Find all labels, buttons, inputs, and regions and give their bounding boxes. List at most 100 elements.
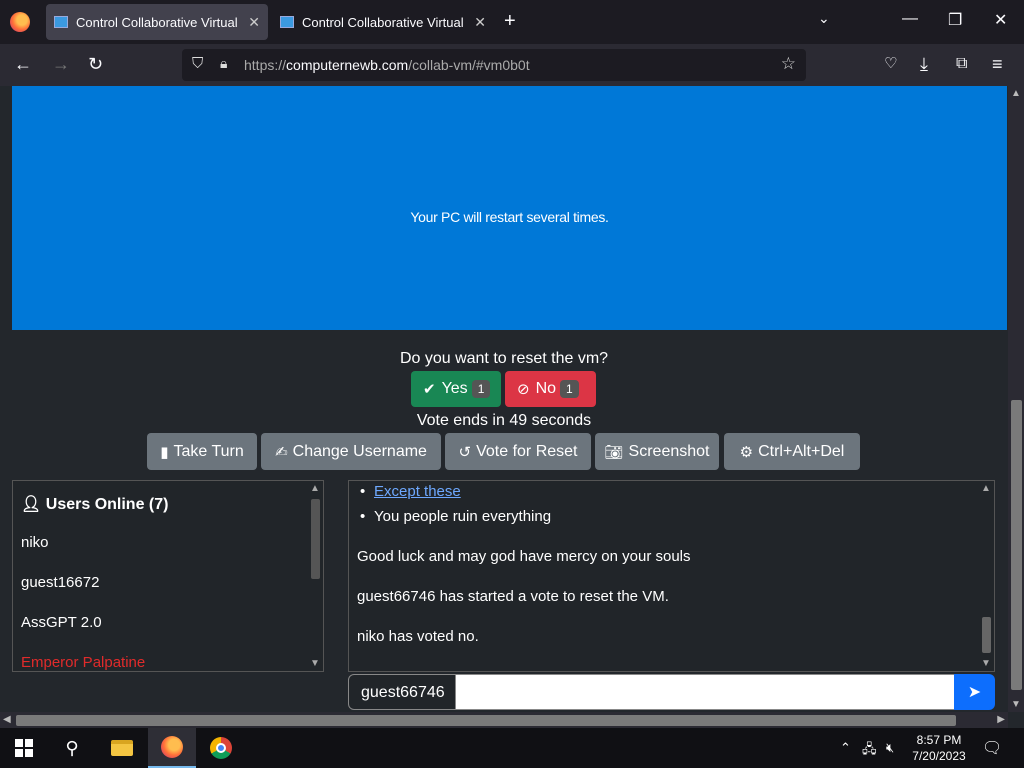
chat-scrollbar[interactable]: ▲ ▼ <box>978 481 994 671</box>
users-online-title: Users Online (7) <box>45 496 169 513</box>
browser-nav-bar: ← → ↻ ⛉ 🔒︎ https://computernewb.com/coll… <box>0 44 1024 86</box>
scroll-up-icon[interactable]: ▲ <box>1011 88 1021 99</box>
screenshot-label: Screenshot <box>628 442 710 460</box>
vm-screen-text: Your PC will restart several times. <box>410 209 609 225</box>
restore-icon[interactable]: ❐ <box>948 10 962 30</box>
vote-yes-button[interactable]: ✔ Yes 1 <box>411 371 501 407</box>
tab-2[interactable]: Control Collaborative Virtual M ✕ <box>272 4 494 40</box>
chrome-taskbar-icon[interactable] <box>197 728 245 768</box>
address-bar[interactable]: ⛉ 🔒︎ https://computernewb.com/collab-vm/… <box>182 49 806 81</box>
taskbar-clock[interactable]: 8:57 PM 7/20/2023 <box>906 732 972 764</box>
scroll-down-icon[interactable]: ▼ <box>1011 699 1021 710</box>
user-list-item[interactable]: guest16672 <box>21 574 99 591</box>
tray-chevron-icon[interactable]: ⌃ <box>840 740 851 756</box>
window-close-icon[interactable]: ✕ <box>994 10 1007 30</box>
monitor-icon <box>280 16 294 28</box>
check-icon: ✔ <box>423 381 436 398</box>
screenshot-button[interactable]: 📷︎ Screenshot <box>595 433 719 470</box>
firefox-taskbar-icon[interactable] <box>148 728 196 768</box>
mouse-icon: ▮ <box>160 443 169 461</box>
chat-scroll-thumb[interactable] <box>982 617 991 653</box>
windows-logo-icon <box>15 739 33 757</box>
ban-icon: ⊘ <box>517 381 530 398</box>
close-icon[interactable]: ✕ <box>248 14 260 31</box>
users-scroll-thumb[interactable] <box>311 499 320 579</box>
users-scrollbar[interactable]: ▲ ▼ <box>307 481 323 671</box>
windows-taskbar: ⚲ ⌃ 🖧︎ 🔇︎ 8:57 PM 7/20/2023 🗨︎ <box>0 728 1024 768</box>
page-vertical-scrollbar[interactable]: ▲ ▼ <box>1008 86 1024 712</box>
extensions-icon[interactable]: ⧉ <box>956 53 967 75</box>
collabvm-page: Your PC will restart several times. Do y… <box>0 86 1008 712</box>
network-icon[interactable]: 🖧︎ <box>862 740 877 762</box>
scroll-right-icon[interactable]: ▶ <box>997 714 1005 725</box>
tab-1[interactable]: Control Collaborative Virtual M ✕ <box>46 4 268 40</box>
vote-timer: Vote ends in 49 seconds <box>416 412 592 429</box>
gear-icon: ⚙ <box>739 443 754 461</box>
pocket-icon[interactable]: ♡ <box>884 53 897 75</box>
user-icon: 👤︎ <box>21 496 42 513</box>
lock-icon[interactable]: 🔒︎ <box>220 55 227 72</box>
ctrl-alt-del-label: Ctrl+Alt+Del <box>758 442 845 460</box>
scroll-up-icon[interactable]: ▲ <box>310 483 320 494</box>
ctrl-alt-del-button[interactable]: ⚙ Ctrl+Alt+Del <box>724 433 860 470</box>
take-turn-label: Take Turn <box>173 442 244 460</box>
vote-reset-label: Vote for Reset <box>476 442 578 460</box>
chat-panel[interactable]: Except these You people ruin everything … <box>348 480 995 672</box>
firefox-menu-icon[interactable] <box>10 12 30 32</box>
list-all-tabs-icon[interactable]: ⌄ <box>818 10 830 27</box>
browser-tab-bar: Control Collaborative Virtual M ✕ Contro… <box>0 0 1024 44</box>
hamburger-menu-icon[interactable]: ≡ <box>992 53 1003 75</box>
clock-time: 8:57 PM <box>916 733 962 747</box>
send-button[interactable]: ➤ <box>954 674 995 710</box>
chat-message: guest66746 has started a vote to reset t… <box>357 588 669 605</box>
start-button[interactable] <box>0 728 48 768</box>
chat-list-item: Except these <box>360 483 461 500</box>
new-tab-button[interactable]: + <box>504 10 516 33</box>
change-username-button[interactable]: ✍ Change Username <box>261 433 441 470</box>
url-text[interactable]: https://computernewb.com/collab-vm/#vm0b… <box>244 57 530 73</box>
vote-reset-button[interactable]: ↺ Vote for Reset <box>445 433 591 470</box>
vote-no-count: 1 <box>560 380 579 398</box>
paper-plane-icon: ➤ <box>967 684 982 701</box>
chat-input[interactable] <box>455 674 955 710</box>
downloads-icon[interactable]: ⤓ <box>920 53 928 75</box>
volume-muted-icon[interactable]: 🔇︎ <box>886 740 894 756</box>
vote-yes-label: Yes <box>441 380 468 397</box>
vm-display[interactable]: Your PC will restart several times. <box>12 86 1007 330</box>
back-arrow-icon[interactable]: ← <box>14 53 32 75</box>
chat-list-item: You people ruin everything <box>360 508 551 525</box>
bookmark-star-icon[interactable]: ☆ <box>781 54 796 74</box>
close-icon[interactable]: ✕ <box>474 14 486 31</box>
take-turn-button[interactable]: ▮ Take Turn <box>147 433 257 470</box>
forward-arrow-icon[interactable]: → <box>52 53 70 75</box>
tab-title: Control Collaborative Virtual M <box>76 14 243 30</box>
change-username-label: Change Username <box>292 442 427 460</box>
scroll-down-icon[interactable]: ▼ <box>981 658 991 669</box>
chat-link[interactable]: Except these <box>374 483 461 500</box>
vote-question: Do you want to reset the vm? <box>399 350 609 367</box>
chat-username: guest66746 <box>348 674 456 710</box>
page-vertical-thumb[interactable] <box>1011 400 1022 690</box>
page-horizontal-scrollbar[interactable]: ◀ ▶ <box>0 712 1008 728</box>
scroll-down-icon[interactable]: ▼ <box>310 658 320 669</box>
user-list-item[interactable]: Emperor Palpatine <box>21 654 145 671</box>
users-online-panel[interactable]: 👤︎ Users Online (7) niko guest16672 AssG… <box>12 480 324 672</box>
chat-message: niko has voted no. <box>357 628 479 645</box>
scroll-left-icon[interactable]: ◀ <box>3 714 11 725</box>
notifications-icon[interactable]: 🗨︎ <box>982 738 1002 758</box>
minimize-icon[interactable]: — <box>902 10 918 28</box>
scroll-up-icon[interactable]: ▲ <box>981 483 991 494</box>
user-list-item[interactable]: AssGPT 2.0 <box>21 614 102 631</box>
chat-message: Good luck and may god have mercy on your… <box>357 548 691 565</box>
reload-icon[interactable]: ↻ <box>88 53 103 75</box>
search-icon[interactable]: ⚲ <box>48 728 96 768</box>
vote-no-label: No <box>535 380 557 397</box>
monitor-icon <box>54 16 68 28</box>
page-horizontal-thumb[interactable] <box>16 715 956 726</box>
signature-icon: ✍ <box>275 443 288 461</box>
tracking-shield-icon[interactable]: ⛉ <box>192 55 203 72</box>
file-explorer-icon[interactable] <box>98 728 146 768</box>
vote-no-button[interactable]: ⊘ No 1 <box>505 371 596 407</box>
users-online-heading: 👤︎ Users Online (7) <box>21 494 168 514</box>
user-list-item[interactable]: niko <box>21 534 49 551</box>
